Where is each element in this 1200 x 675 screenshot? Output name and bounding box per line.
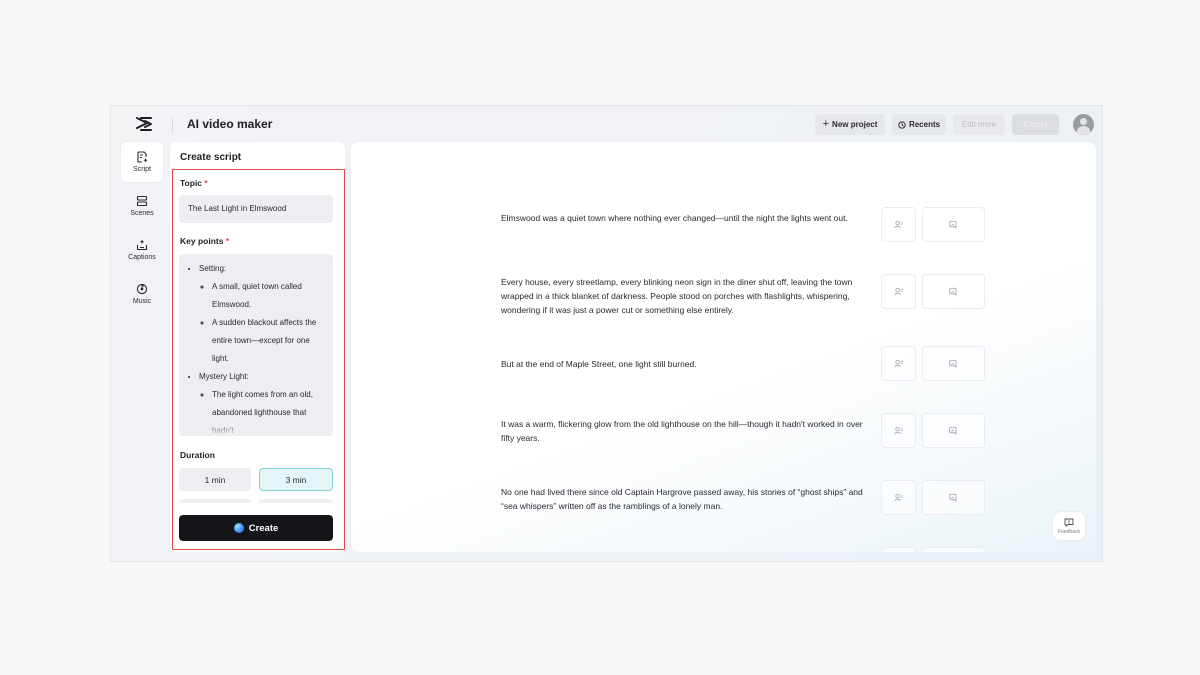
script-paragraph[interactable]: Every house, every streetlamp, every bli… <box>501 275 873 317</box>
image-add-icon <box>949 220 957 229</box>
rail-item-label: Scenes <box>130 210 154 217</box>
feedback-icon <box>1064 518 1074 527</box>
voice-button[interactable] <box>881 274 916 309</box>
list-item: A small, quiet town called Elmswood. <box>212 278 327 314</box>
voice-icon <box>894 220 903 229</box>
voice-icon <box>894 359 903 368</box>
recents-label: Recents <box>908 120 941 129</box>
image-add-icon <box>949 493 957 502</box>
keypoint-heading: Mystery Light: <box>199 372 249 381</box>
scenes-icon <box>136 195 148 207</box>
keypoints-label-text: Key points <box>180 236 224 246</box>
script-icon <box>137 151 148 163</box>
duration-option-stub[interactable] <box>259 499 333 503</box>
media-button[interactable] <box>922 207 985 242</box>
media-button[interactable] <box>922 274 985 309</box>
capcut-logo-icon[interactable] <box>135 116 153 132</box>
music-icon <box>136 283 148 295</box>
duration-label: Duration <box>180 450 215 460</box>
script-paragraph[interactable]: No one had lived there since old Captain… <box>501 485 873 513</box>
new-project-label: New project <box>832 120 878 129</box>
voice-icon <box>894 493 903 502</box>
top-bar: AI video maker + New project Recents Edi… <box>111 106 1102 144</box>
rail-item-captions[interactable]: Captions <box>121 230 163 270</box>
voice-button[interactable] <box>881 547 916 552</box>
recents-button[interactable]: Recents <box>892 114 946 135</box>
export-button[interactable]: Export <box>1012 114 1059 135</box>
rail-item-script[interactable]: Script <box>121 142 163 182</box>
captions-icon <box>136 240 148 251</box>
create-button[interactable]: Create <box>179 515 333 541</box>
rail-item-label: Script <box>133 166 151 173</box>
image-add-icon <box>949 426 957 435</box>
avatar[interactable] <box>1073 114 1094 135</box>
rail-item-scenes[interactable]: Scenes <box>121 186 163 226</box>
app-title: AI video maker <box>187 117 273 131</box>
plus-icon: + <box>822 118 830 130</box>
script-preview-area: Elmswood was a quiet town where nothing … <box>351 142 1096 552</box>
duration-3min-button[interactable]: 3 min <box>259 468 333 491</box>
side-rail: Script Scenes Captions Music <box>121 142 166 318</box>
script-paragraph[interactable]: But at the end of Maple Street, one ligh… <box>501 357 873 371</box>
keypoints-input[interactable]: Setting: A small, quiet town called Elms… <box>179 254 333 436</box>
keypoint-heading: Setting: <box>199 264 227 273</box>
required-mark: * <box>225 236 230 246</box>
keypoints-fade <box>179 422 333 436</box>
create-script-panel: Create script Topic * The Last Light in … <box>170 142 345 552</box>
image-add-icon <box>949 287 957 296</box>
feedback-button[interactable]: Feedback <box>1053 512 1085 540</box>
topic-label: Topic * <box>180 178 208 188</box>
script-paragraph[interactable]: It was a warm, flickering glow from the … <box>501 417 873 445</box>
new-project-button[interactable]: + New project <box>815 114 885 135</box>
edit-more-button[interactable]: Edit more <box>953 114 1005 135</box>
duration-option-stub[interactable] <box>179 499 251 503</box>
title-divider <box>172 117 173 133</box>
voice-button[interactable] <box>881 346 916 381</box>
keypoints-list: Setting: A small, quiet town called Elms… <box>191 260 327 436</box>
rail-item-music[interactable]: Music <box>121 274 163 314</box>
rail-item-label: Captions <box>128 254 156 261</box>
topic-input[interactable]: The Last Light in Elmswood <box>179 195 333 223</box>
rail-item-label: Music <box>132 298 152 305</box>
sparkle-icon <box>233 523 244 533</box>
topic-label-text: Topic <box>180 178 203 188</box>
image-add-icon <box>949 359 957 368</box>
clock-icon <box>898 120 906 129</box>
voice-button[interactable] <box>881 207 916 242</box>
feedback-label: Feedback <box>1058 528 1080 535</box>
panel-title: Create script <box>180 152 242 163</box>
media-button[interactable] <box>922 346 985 381</box>
keypoints-label: Key points * <box>180 236 229 246</box>
create-label: Create <box>248 522 279 534</box>
required-mark: * <box>204 178 208 188</box>
app-window: AI video maker + New project Recents Edi… <box>110 105 1103 562</box>
voice-button[interactable] <box>881 480 916 515</box>
duration-1min-button[interactable]: 1 min <box>179 468 251 491</box>
script-paragraph[interactable]: Elmswood was a quiet town where nothing … <box>501 211 873 225</box>
media-button[interactable] <box>922 413 985 448</box>
list-item: A sudden blackout affects the entire tow… <box>212 314 327 368</box>
voice-button[interactable] <box>881 413 916 448</box>
list-item: Setting: A small, quiet town called Elms… <box>199 260 327 368</box>
voice-icon <box>894 426 903 435</box>
keypoints-sublist: A small, quiet town called Elmswood. A s… <box>199 278 327 368</box>
media-button[interactable] <box>922 547 985 552</box>
media-button[interactable] <box>922 480 985 515</box>
voice-icon <box>894 287 903 296</box>
